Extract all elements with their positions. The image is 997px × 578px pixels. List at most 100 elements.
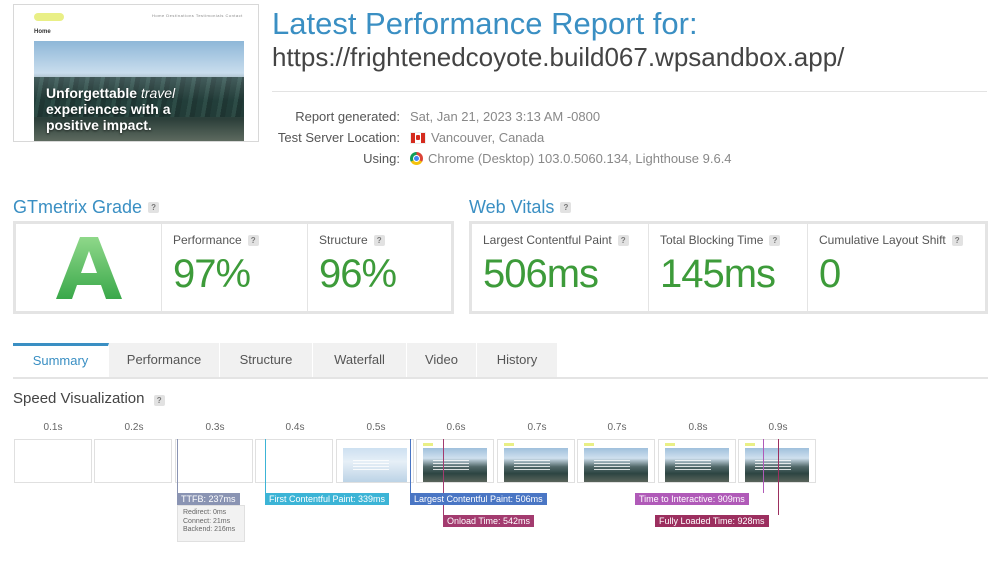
filmstrip-frame-loaded[interactable]: [658, 439, 736, 483]
preview-hero-text: Unforgettable travel experiences with a …: [46, 85, 176, 133]
redirect-time: Redirect: 0ms: [183, 509, 227, 516]
question-mark-icon[interactable]: ?: [247, 234, 259, 246]
frame-logo: [745, 443, 755, 446]
preview-hero-image: Unforgettable travel experiences with a …: [34, 41, 244, 141]
tab-structure[interactable]: Structure: [220, 343, 313, 377]
tick-label: 0.4s: [285, 422, 305, 433]
performance-score-cell: Performance ? 97%: [162, 224, 308, 311]
chrome-icon: [410, 152, 423, 165]
canada-flag-icon: [410, 131, 426, 144]
filmstrip-frame-blank[interactable]: [94, 439, 172, 483]
tick-label: 0.2s: [124, 422, 144, 433]
performance-value: 97%: [173, 252, 251, 296]
tab-summary[interactable]: Summary: [13, 343, 109, 377]
header-divider: [272, 91, 987, 92]
tick-label: 0.3s: [205, 422, 225, 433]
lcp-marker-label: Largest Contentful Paint: 506ms: [410, 493, 547, 505]
backend-time: Backend: 216ms: [183, 526, 236, 533]
report-generated-label: Report generated:: [295, 109, 400, 124]
tick-label: 0.8s: [688, 422, 708, 433]
question-mark-icon[interactable]: ?: [769, 234, 781, 246]
web-vitals-heading: Web Vitals ?: [469, 197, 572, 218]
tab-history[interactable]: History: [477, 343, 558, 377]
tick-label: 0.7s: [607, 422, 627, 433]
filmstrip-frame-loaded[interactable]: [738, 439, 816, 483]
report-generated-value: Sat, Jan 21, 2023 3:13 AM -0800: [410, 109, 601, 124]
gtmetrix-grade-heading: GTmetrix Grade ?: [13, 197, 160, 218]
tick-label: 0.5s: [366, 422, 386, 433]
question-mark-icon[interactable]: ?: [617, 234, 629, 246]
tab-video[interactable]: Video: [407, 343, 477, 377]
filmstrip-frame-blank[interactable]: [175, 439, 253, 483]
frame-logo: [665, 443, 675, 446]
report-url[interactable]: https://frightenedcoyote.build067.wpsand…: [272, 42, 844, 73]
cls-cell: Cumulative Layout Shift ? 0: [808, 224, 985, 311]
preview-nav: Home Destinations Testimonials Contact: [152, 13, 243, 18]
lcp-value: 506ms: [483, 252, 599, 296]
page-preview-thumbnail[interactable]: Home Destinations Testimonials Contact H…: [13, 4, 259, 142]
filmstrip-frame-blank[interactable]: [255, 439, 333, 483]
web-vitals-panel: Largest Contentful Paint ? 506ms Total B…: [469, 221, 988, 314]
question-mark-icon[interactable]: ?: [951, 234, 963, 246]
grade-panel: Performance ? 97% Structure ? 96%: [13, 221, 454, 314]
filmstrip-frame-loaded[interactable]: [497, 439, 575, 483]
frame-screenshot: [343, 448, 407, 482]
frame-screenshot: [665, 448, 729, 482]
structure-value: 96%: [319, 252, 397, 296]
test-location-value: Vancouver, Canada: [410, 130, 544, 145]
ttfb-breakdown: Redirect: 0ms Connect: 21ms Backend: 216…: [177, 505, 245, 542]
structure-label: Structure ?: [319, 233, 385, 247]
frame-screenshot: [745, 448, 809, 482]
frame-screenshot: [504, 448, 568, 482]
tbt-label: Total Blocking Time ?: [660, 233, 781, 247]
using-value: Chrome (Desktop) 103.0.5060.134, Lightho…: [410, 151, 732, 166]
preview-home-label: Home: [34, 29, 51, 35]
filmstrip-frame-loaded[interactable]: [416, 439, 494, 483]
fcp-marker-line: [265, 439, 266, 493]
fcp-marker-label: First Contentful Paint: 339ms: [265, 493, 390, 505]
frame-logo: [423, 443, 433, 446]
question-mark-icon[interactable]: ?: [560, 202, 572, 213]
tab-waterfall[interactable]: Waterfall: [313, 343, 407, 377]
question-mark-icon[interactable]: ?: [153, 395, 165, 406]
lcp-cell: Largest Contentful Paint ? 506ms: [472, 224, 649, 311]
speed-visualization-heading: Speed Visualization ?: [13, 390, 165, 407]
grade-letter-cell: [16, 224, 162, 311]
performance-label: Performance ?: [173, 233, 259, 247]
cls-value: 0: [819, 252, 841, 296]
fully-loaded-marker-label: Fully Loaded Time: 928ms: [655, 515, 769, 527]
test-location-label: Test Server Location:: [277, 130, 400, 145]
tick-label: 0.1s: [43, 422, 63, 433]
tbt-value: 145ms: [660, 252, 776, 296]
question-mark-icon[interactable]: ?: [373, 234, 385, 246]
frame-screenshot: [423, 448, 487, 482]
ttfb-marker-line: [177, 439, 178, 493]
fully-loaded-marker-line: [778, 439, 779, 515]
tti-marker-line: [763, 439, 764, 493]
grade-a-icon: [55, 236, 122, 299]
frame-logo: [504, 443, 514, 446]
structure-score-cell: Structure ? 96%: [308, 224, 451, 311]
tab-performance[interactable]: Performance: [109, 343, 220, 377]
tabs-underline: [13, 377, 988, 379]
preview-logo: [34, 13, 64, 21]
cls-label: Cumulative Layout Shift ?: [819, 233, 963, 247]
lcp-marker-line: [410, 439, 411, 493]
question-mark-icon[interactable]: ?: [148, 202, 160, 213]
tbt-cell: Total Blocking Time ? 145ms: [649, 224, 808, 311]
frame-logo: [584, 443, 594, 446]
tick-label: 0.9s: [768, 422, 788, 433]
filmstrip-frame-blank[interactable]: [14, 439, 92, 483]
connect-time: Connect: 21ms: [183, 517, 231, 525]
filmstrip-frame-loaded[interactable]: [577, 439, 655, 483]
lcp-label: Largest Contentful Paint ?: [483, 233, 629, 247]
tti-marker-label: Time to Interactive: 909ms: [635, 493, 749, 505]
tick-label: 0.6s: [446, 422, 466, 433]
ttfb-marker-label: TTFB: 237ms: [177, 493, 240, 505]
tick-label: 0.7s: [527, 422, 547, 433]
report-title: Latest Performance Report for:: [272, 6, 698, 41]
using-label: Using:: [363, 151, 400, 166]
frame-screenshot: [584, 448, 648, 482]
filmstrip-frame-partial[interactable]: [336, 439, 414, 483]
onload-marker-label: Onload Time: 542ms: [443, 515, 535, 527]
